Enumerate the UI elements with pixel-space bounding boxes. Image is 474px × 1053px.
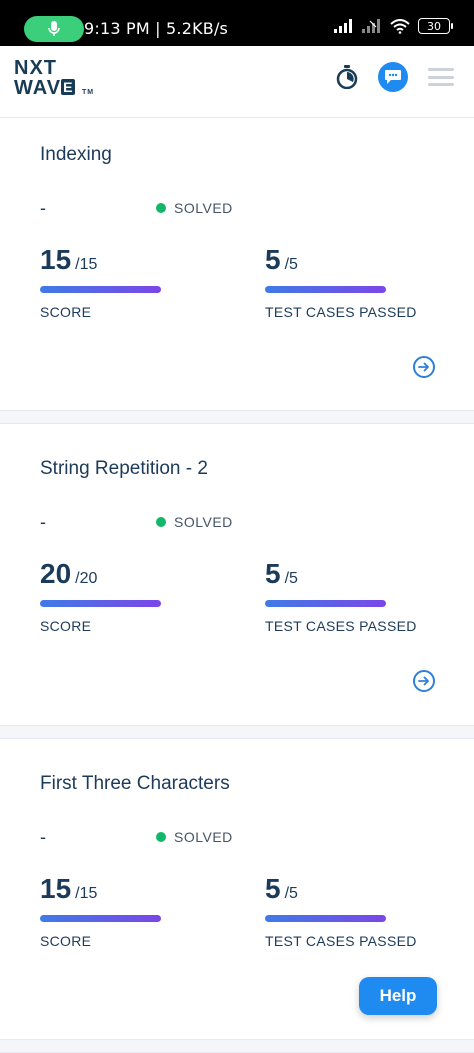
- nxtwave-logo[interactable]: NXT WAV E TM: [14, 58, 94, 103]
- logo-line-1: NXT: [14, 57, 57, 79]
- problem-card: Indexing - SOLVED 15/15 SCORE 5/5 TEST C…: [0, 118, 474, 410]
- score-progress-bar: [40, 600, 161, 607]
- signal-icon: [334, 19, 352, 33]
- tests-progress-bar: [265, 286, 386, 293]
- logo-tm: TM: [81, 89, 95, 96]
- tests-value: 5: [265, 873, 281, 904]
- status-text: SOLVED: [174, 829, 233, 845]
- card-separator: [0, 410, 474, 424]
- score-value: 15: [40, 873, 72, 904]
- solved-dot-icon: [156, 203, 166, 213]
- problem-meta: -: [40, 198, 46, 218]
- tests-metric: 5/5: [265, 558, 298, 590]
- status-bar: 9:13 PM | 5.2KB/s 30: [0, 0, 474, 46]
- tests-label: TEST CASES PASSED: [265, 933, 417, 949]
- status-time-speed: 9:13 PM | 5.2KB/s: [84, 19, 229, 38]
- app-header: NXT WAV E TM: [0, 46, 474, 118]
- score-metric: 15/15: [40, 244, 97, 276]
- score-total: /15: [75, 885, 98, 902]
- score-total: /15: [75, 256, 98, 273]
- arrow-right-icon: [418, 362, 429, 372]
- logo-line-2: WAV: [14, 77, 62, 99]
- problem-title: First Three Characters: [40, 773, 230, 794]
- open-problem-button[interactable]: [413, 670, 435, 692]
- status-badge: SOLVED: [156, 200, 233, 216]
- problem-title: Indexing: [40, 144, 112, 165]
- score-value: 20: [40, 558, 72, 589]
- score-label: SCORE: [40, 933, 92, 949]
- problem-meta: -: [40, 512, 46, 532]
- signal-2-icon: [362, 19, 380, 33]
- card-separator: [0, 1039, 474, 1053]
- timer-icon[interactable]: [336, 65, 358, 89]
- score-total: /20: [75, 570, 98, 587]
- arrow-right-icon: [418, 676, 429, 686]
- score-metric: 15/15: [40, 873, 97, 905]
- open-problem-button[interactable]: [413, 356, 435, 378]
- tests-total: /5: [284, 885, 298, 902]
- menu-hamburger-icon[interactable]: [428, 68, 454, 86]
- battery-indicator: 30: [418, 18, 453, 34]
- solved-dot-icon: [156, 832, 166, 842]
- help-button[interactable]: Help: [359, 977, 437, 1015]
- score-metric: 20/20: [40, 558, 97, 590]
- status-text: SOLVED: [174, 514, 233, 530]
- card-separator: [0, 725, 474, 739]
- mic-indicator: [24, 16, 84, 42]
- chat-button[interactable]: [378, 62, 408, 92]
- solved-dot-icon: [156, 517, 166, 527]
- status-badge: SOLVED: [156, 829, 233, 845]
- tests-progress-bar: [265, 915, 386, 922]
- tests-metric: 5/5: [265, 244, 298, 276]
- mic-icon: [48, 21, 60, 36]
- problem-title: String Repetition - 2: [40, 458, 208, 479]
- score-progress-bar: [40, 286, 161, 293]
- score-label: SCORE: [40, 618, 92, 634]
- chat-icon: [385, 70, 401, 84]
- tests-total: /5: [284, 570, 298, 587]
- score-label: SCORE: [40, 304, 92, 320]
- tests-value: 5: [265, 244, 281, 275]
- wifi-icon: [390, 18, 410, 34]
- score-value: 15: [40, 244, 72, 275]
- tests-metric: 5/5: [265, 873, 298, 905]
- problem-meta: -: [40, 827, 46, 847]
- tests-label: TEST CASES PASSED: [265, 618, 417, 634]
- status-badge: SOLVED: [156, 514, 233, 530]
- logo-box: E: [61, 79, 76, 95]
- problem-card: String Repetition - 2 - SOLVED 20/20 SCO…: [0, 424, 474, 725]
- tests-progress-bar: [265, 600, 386, 607]
- score-progress-bar: [40, 915, 161, 922]
- tests-label: TEST CASES PASSED: [265, 304, 417, 320]
- tests-value: 5: [265, 558, 281, 589]
- status-text: SOLVED: [174, 200, 233, 216]
- tests-total: /5: [284, 256, 298, 273]
